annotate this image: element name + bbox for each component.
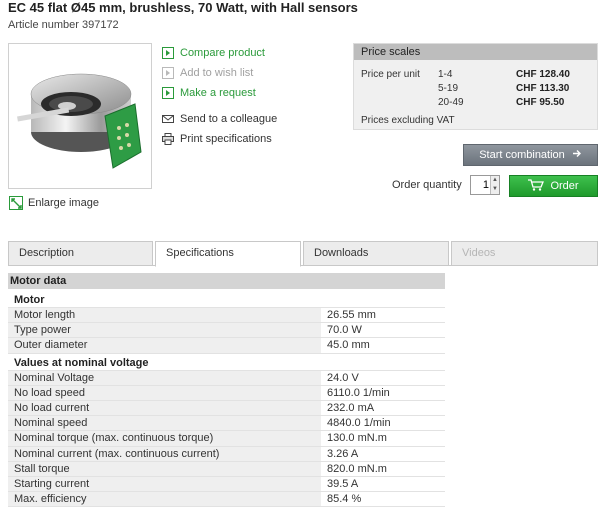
enlarge-icon xyxy=(9,196,23,210)
table-row: Nominal speed 4840.0 1/min xyxy=(8,416,445,432)
spec-key: Type power xyxy=(8,323,321,338)
start-combination-button[interactable]: Start combination xyxy=(463,144,598,166)
spec-value: 45.0 mm xyxy=(327,339,370,352)
spec-value: 85.4 % xyxy=(327,493,362,506)
spec-value: 6110.0 1/min xyxy=(327,386,390,399)
price-scales-panel: Price scales Price per unit 1-4 CHF 128.… xyxy=(353,43,598,130)
chevron-down-icon[interactable]: ▼ xyxy=(491,185,499,194)
table-row: Outer diameter 45.0 mm xyxy=(8,338,445,354)
table-row: Type power 70.0 W xyxy=(8,323,445,339)
spec-key: No load current xyxy=(8,400,321,416)
spec-key: Starting current xyxy=(8,476,321,492)
arrow-right-icon xyxy=(162,67,174,79)
table-row: No load speed 6110.0 1/min xyxy=(8,385,445,401)
compare-product-link[interactable]: Compare product xyxy=(162,43,277,63)
product-title: EC 45 flat Ø45 mm, brushless, 70 Watt, w… xyxy=(8,0,358,15)
table-row: Nominal torque (max. continuous torque) 1… xyxy=(8,431,445,447)
print-specifications-label: Print specifications xyxy=(180,133,272,145)
product-actions: Compare product Add to wish list Make a … xyxy=(162,43,277,149)
price-scales-header: Price scales xyxy=(354,44,597,60)
order-button[interactable]: Order xyxy=(509,175,598,197)
spec-key: Max. efficiency xyxy=(8,492,321,507)
print-specifications-link[interactable]: Print specifications xyxy=(162,129,277,149)
table-row: Max. efficiency 85.4 % xyxy=(8,492,445,508)
arrow-right-icon xyxy=(162,87,174,99)
printer-icon xyxy=(162,133,174,145)
spec-key: No load speed xyxy=(8,385,321,400)
send-to-colleague-label: Send to a colleague xyxy=(180,113,278,125)
start-combination-label: Start combination xyxy=(479,149,565,161)
spec-value: 39.5 A xyxy=(327,477,359,490)
table-row: Nominal current (max. continuous current… xyxy=(8,446,445,462)
motor-data-heading: Motor data xyxy=(8,273,445,289)
enlarge-label: Enlarge image xyxy=(28,197,99,209)
table-row: Nominal Voltage 24.0 V xyxy=(8,370,445,386)
motor-image xyxy=(17,73,142,169)
make-request-link[interactable]: Make a request xyxy=(162,83,277,103)
arrow-right-icon xyxy=(162,47,174,59)
tab-description[interactable]: Description xyxy=(8,241,153,266)
price-value: CHF 95.50 xyxy=(516,97,565,108)
spec-key: Nominal speed xyxy=(8,416,321,431)
cart-icon xyxy=(528,178,545,194)
spec-value: 26.55 mm xyxy=(327,309,376,321)
enlarge-image-link[interactable]: Enlarge image xyxy=(9,196,99,210)
spec-value: 232.0 mA xyxy=(327,401,375,414)
spec-value: 820.0 mN.m xyxy=(327,462,387,475)
table-row: Starting current 39.5 A xyxy=(8,476,445,493)
spec-value: 4840.0 1/min xyxy=(327,417,391,430)
spec-key: Stall torque xyxy=(8,461,321,476)
price-range: 5-19 xyxy=(438,83,459,94)
spec-key: Nominal current (max. continuous current… xyxy=(8,446,321,461)
chevron-up-icon[interactable]: ▲ xyxy=(491,176,499,185)
order-label: Order xyxy=(550,180,579,192)
price-value: CHF 113.30 xyxy=(516,83,570,94)
spec-key: Outer diameter xyxy=(8,338,321,353)
price-per-unit-label: Price per unit xyxy=(361,69,420,80)
price-range: 20-49 xyxy=(438,97,464,108)
spec-key: Nominal Voltage xyxy=(8,370,321,385)
spec-value: 130.0 mN.m xyxy=(327,432,387,445)
price-range: 1-4 xyxy=(438,69,453,80)
article-number: Article number 397172 xyxy=(8,19,119,31)
product-image[interactable] xyxy=(8,43,152,189)
spec-value: 3.26 A xyxy=(327,447,359,460)
spec-key: Motor length xyxy=(8,308,321,323)
send-to-colleague-link[interactable]: Send to a colleague xyxy=(162,109,277,129)
spec-group-title: Values at nominal voltage xyxy=(8,356,445,371)
spec-value: 24.0 V xyxy=(327,371,359,384)
add-to-wishlist-link[interactable]: Add to wish list xyxy=(162,63,277,83)
tab-videos[interactable]: Videos xyxy=(451,241,598,266)
prices-excl-vat-note: Prices excluding VAT xyxy=(361,115,455,126)
price-value: CHF 128.40 xyxy=(516,69,570,80)
table-row: Stall torque 820.0 mN.m xyxy=(8,461,445,477)
tab-specifications[interactable]: Specifications xyxy=(155,241,301,267)
make-request-label: Make a request xyxy=(180,87,256,99)
order-quantity-label: Order quantity xyxy=(392,179,462,191)
spec-key: Nominal torque (max. continuous torque) xyxy=(8,431,321,446)
add-to-wishlist-label: Add to wish list xyxy=(180,67,254,79)
arrow-right-icon xyxy=(572,149,582,161)
spec-group-title: Motor xyxy=(8,293,445,308)
tab-downloads[interactable]: Downloads xyxy=(303,241,449,266)
compare-product-label: Compare product xyxy=(180,47,265,59)
envelope-icon xyxy=(162,113,174,125)
product-tabs: Description Specifications Downloads Vid… xyxy=(8,241,598,267)
table-row: Motor length 26.55 mm xyxy=(8,308,445,324)
specifications-table: Motor data Motor Motor length 26.55 mm Ty… xyxy=(8,273,445,508)
quantity-stepper[interactable]: ▲ ▼ xyxy=(490,176,499,194)
spec-value: 70.0 W xyxy=(327,324,362,337)
table-row: No load current 232.0 mA xyxy=(8,400,445,417)
